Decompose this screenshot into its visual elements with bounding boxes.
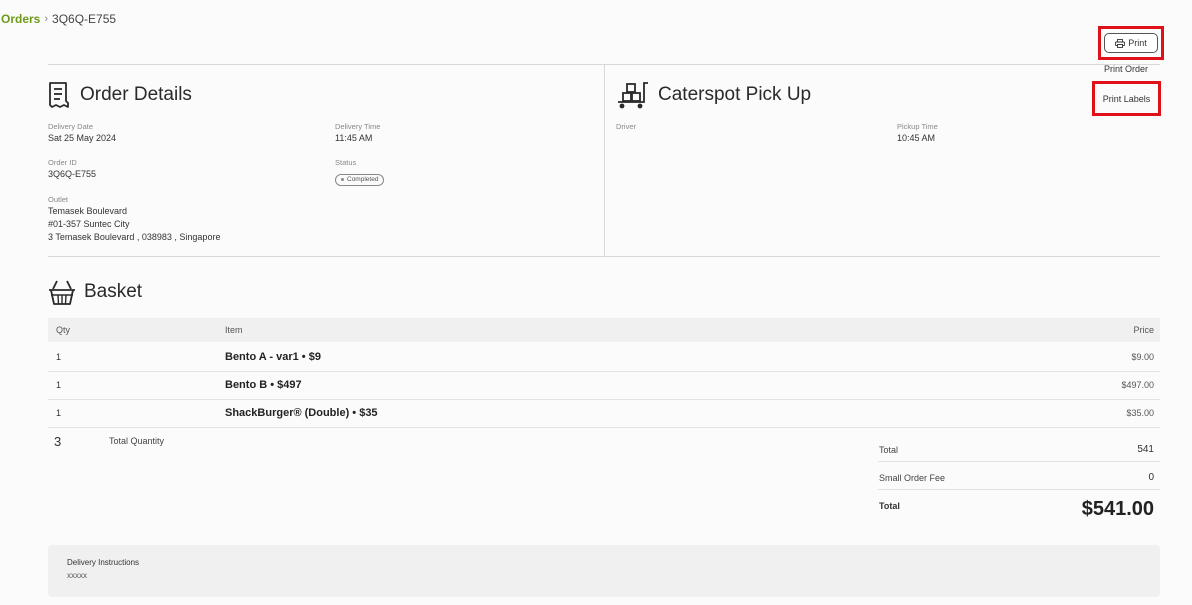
basket-table-header: Qty Item Price [48, 318, 1160, 342]
breadcrumb: Orders › 3Q6Q-E755 [1, 12, 116, 26]
row-item: ShackBurger® (Double) • $35 [225, 407, 378, 419]
delivery-time-label: Delivery Time [335, 122, 381, 131]
outlet-label: Outlet [48, 195, 69, 204]
small-fee-value: 0 [1148, 472, 1154, 483]
outlet-unit: #01-357 Suntec City [48, 219, 130, 229]
print-order-link[interactable]: Print Order [1104, 64, 1148, 74]
print-labels-button[interactable]: Print Labels [1092, 81, 1161, 116]
table-row: 1 Bento A - var1 • $9 $9.00 [48, 343, 1160, 372]
table-row: 1 Bento B • $497 $497.00 [48, 371, 1160, 400]
outlet-address: 3 Temasek Boulevard , 038983 , Singapore [48, 232, 221, 242]
outlet-name: Temasek Boulevard [48, 206, 128, 216]
pickup-time-label: Pickup Time [897, 122, 938, 131]
delivery-date-value: Sat 25 May 2024 [48, 133, 117, 143]
grand-total-value: $541.00 [1081, 498, 1154, 520]
divider-middle [48, 256, 1160, 257]
total-quantity-value: 3 [54, 434, 62, 449]
status-dot-icon [341, 178, 344, 181]
row-price: $9.00 [1131, 352, 1154, 362]
totals-divider [878, 461, 1160, 462]
order-id-label: Order ID [48, 158, 77, 167]
col-price-header: Price [1133, 325, 1154, 335]
grand-total-label: Total [879, 501, 900, 511]
trolley-icon [618, 82, 648, 109]
driver-label: Driver [616, 122, 636, 131]
col-qty-header: Qty [56, 325, 71, 335]
row-item: Bento B • $497 [225, 379, 302, 391]
delivery-date-label: Delivery Date [48, 122, 94, 131]
printer-icon [1115, 38, 1126, 48]
print-labels-label: Print Labels [1102, 93, 1151, 104]
total-quantity-label: Total Quantity [109, 436, 165, 446]
delivery-instructions-panel: Delivery Instructions xxxxx [48, 545, 1160, 597]
delivery-instructions-value: xxxxx [67, 571, 87, 580]
status-badge: Completed [335, 168, 385, 186]
print-button-label: Print [1128, 38, 1147, 48]
print-highlight: Print [1098, 26, 1164, 60]
breadcrumb-orders-link[interactable]: Orders [1, 12, 40, 26]
delivery-time-value: 11:45 AM [335, 133, 373, 143]
row-price: $35.00 [1126, 408, 1154, 418]
row-price: $497.00 [1121, 380, 1154, 390]
total-label: Total [879, 445, 899, 455]
order-details-title: Order Details [80, 84, 192, 105]
small-fee-label: Small Order Fee [879, 473, 946, 483]
pickup-heading: Caterspot Pick Up [616, 81, 811, 109]
row-qty: 1 [56, 380, 62, 390]
chevron-right-icon: › [44, 13, 49, 25]
basket-icon [49, 280, 75, 305]
col-item-header: Item [225, 325, 243, 335]
status-label: Status [335, 158, 357, 167]
breadcrumb-current: 3Q6Q-E755 [52, 12, 117, 26]
order-id-value: 3Q6Q-E755 [48, 169, 97, 179]
basket-heading: Basket [48, 278, 142, 306]
totals-divider [878, 489, 1160, 490]
print-button[interactable]: Print [1104, 33, 1158, 53]
pickup-time-value: 10:45 AM [897, 133, 936, 143]
basket-title: Basket [84, 281, 143, 302]
row-qty: 1 [56, 352, 62, 362]
delivery-instructions-label: Delivery Instructions [67, 558, 140, 567]
divider-vertical [604, 64, 605, 256]
pickup-title: Caterspot Pick Up [658, 84, 812, 105]
table-row: 1 ShackBurger® (Double) • $35 $35.00 [48, 399, 1160, 428]
row-item: Bento A - var1 • $9 [225, 351, 321, 363]
order-details-heading: Order Details [48, 81, 192, 109]
total-value: 541 [1137, 444, 1154, 455]
status-value: Completed [347, 176, 379, 183]
receipt-icon [49, 82, 69, 108]
row-qty: 1 [56, 408, 62, 418]
